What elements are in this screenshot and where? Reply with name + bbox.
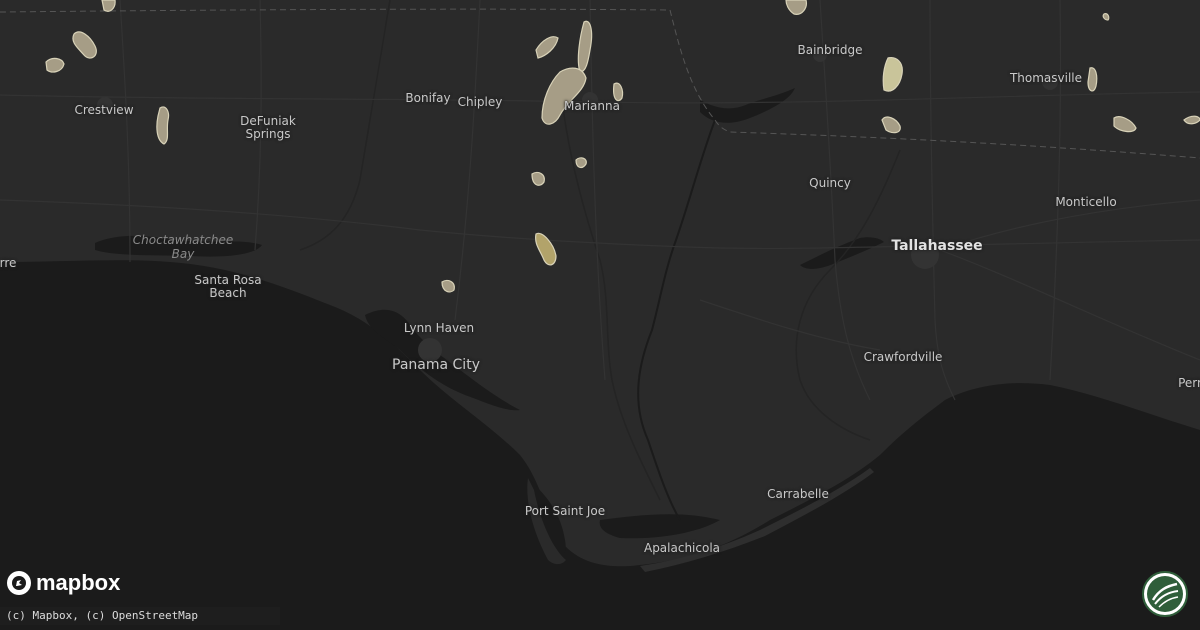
map-view[interactable]: Crestview DeFuniak Springs Bonifay Chipl… (0, 0, 1200, 630)
site-badge (1141, 570, 1189, 622)
city-label-bonifay: Bonifay (405, 91, 451, 105)
water-label-choctawhatchee-bay: Choctawhatchee Bay (132, 233, 234, 261)
city-label-carrabelle: Carrabelle (767, 487, 829, 501)
city-label-milton: rre (0, 256, 17, 270)
site-badge-icon (1142, 571, 1188, 617)
hail-swath-9 (575, 157, 587, 169)
hail-swath-18 (1102, 13, 1110, 21)
city-label-crawfordville: Crawfordville (863, 350, 943, 364)
map-base-layer (0, 0, 1200, 630)
city-label-perry: Perr (1178, 376, 1200, 390)
mapbox-logo[interactable]: mapbox (6, 570, 120, 596)
city-label-marianna: Marianna (564, 99, 620, 113)
hail-swath-8 (613, 82, 624, 102)
mapbox-logo-icon (7, 571, 31, 595)
city-label-monticello: Monticello (1055, 195, 1117, 209)
hail-swath-16 (1087, 67, 1098, 92)
city-label-defuniak-springs: DeFuniak Springs (240, 114, 296, 141)
city-label-thomasville: Thomasville (1009, 71, 1083, 85)
city-label-lynn-haven: Lynn Haven (403, 321, 475, 335)
city-label-crestview: Crestview (74, 103, 134, 117)
city-label-tallahassee: Tallahassee (891, 238, 983, 254)
hail-swath-10 (531, 171, 545, 186)
city-label-apalachicola: Apalachicola (643, 541, 721, 555)
city-label-santa-rosa-beach: Santa Rosa Beach (194, 273, 262, 300)
city-label-chipley: Chipley (457, 95, 503, 109)
city-label-port-saint-joe: Port Saint Joe (524, 504, 606, 518)
mapbox-logo-text: mapbox (36, 570, 121, 595)
map-attribution[interactable]: (c) Mapbox, (c) OpenStreetMap (0, 607, 280, 625)
city-label-bainbridge: Bainbridge (797, 43, 863, 57)
city-label-quincy: Quincy (809, 176, 851, 190)
city-label-panama-city: Panama City (392, 357, 480, 373)
hail-swath-3 (156, 106, 170, 145)
